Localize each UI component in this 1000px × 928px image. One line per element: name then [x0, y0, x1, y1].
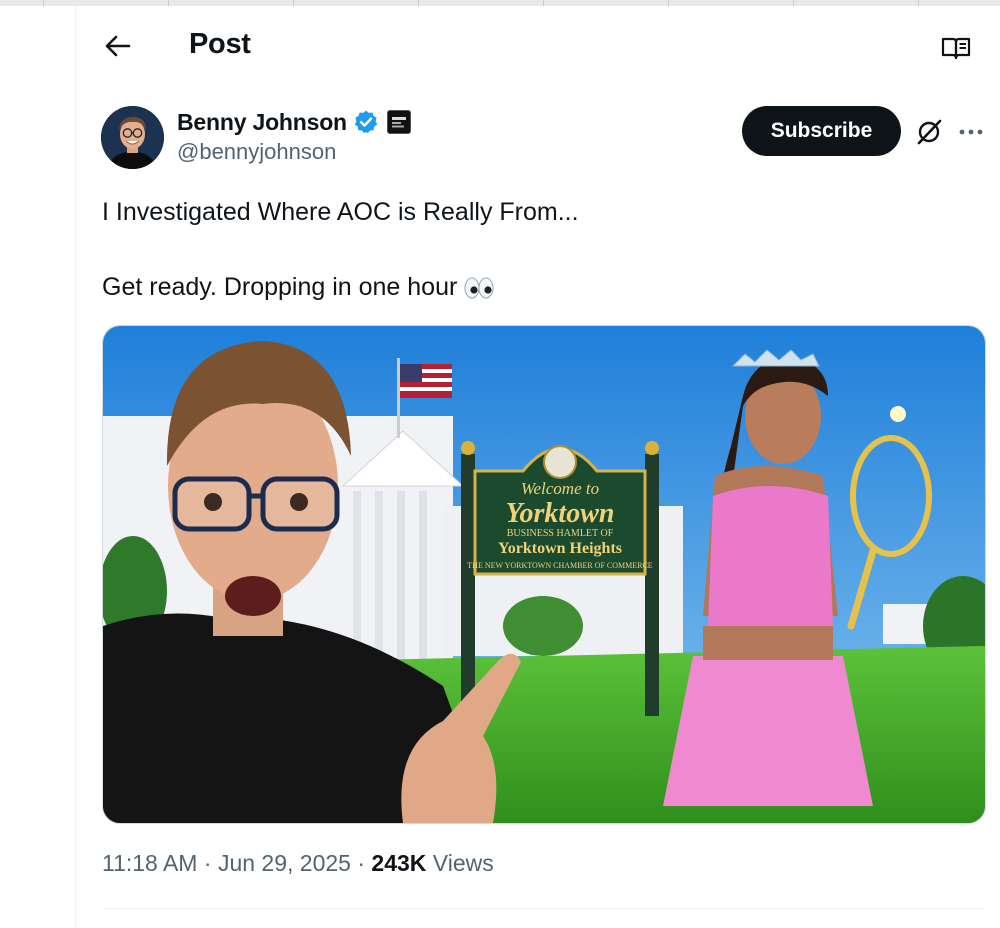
author-name-row: Benny Johnson [177, 107, 411, 137]
post-text-line: I Investigated Where AOC is Really From.… [102, 198, 579, 226]
post-date[interactable]: Jun 29, 2025 [218, 850, 351, 876]
column-divider [75, 6, 76, 928]
reader-mode-button[interactable] [938, 32, 974, 64]
views-label: Views [426, 850, 494, 876]
meta-separator: · [350, 850, 372, 876]
book-open-icon [941, 37, 971, 60]
post-text: I Investigated Where AOC is Really From.… [102, 196, 579, 304]
more-dots-icon [959, 129, 983, 135]
sign-chamber-text: THE NEW YORKTOWN CHAMBER OF COMMERCE [467, 561, 653, 570]
post-media-image[interactable]: Welcome to Yorktown BUSINESS HAMLET OF Y… [102, 325, 986, 824]
tab-divider [43, 0, 44, 6]
post-text-line: Get ready. Dropping in one hour [102, 271, 579, 304]
thumbnail-image: Welcome to Yorktown BUSINESS HAMLET OF Y… [103, 326, 985, 823]
author-display-name[interactable]: Benny Johnson [177, 109, 347, 136]
views-count: 243K [371, 850, 427, 876]
affiliate-badge-icon[interactable] [386, 110, 411, 134]
page-title: Post [189, 28, 251, 60]
back-button[interactable] [100, 28, 136, 64]
post-metadata: 11:18 AM · Jun 29, 2025 · 243K Views [102, 850, 494, 877]
meta-separator: · [197, 850, 218, 876]
avatar[interactable] [101, 106, 164, 169]
post-time[interactable]: 11:18 AM [102, 850, 197, 876]
post-header: Post [76, 6, 1000, 86]
verified-badge-icon[interactable] [353, 109, 379, 135]
subscribe-button[interactable]: Subscribe [742, 106, 901, 156]
grok-icon [917, 119, 942, 145]
author-handle[interactable]: @bennyjohnson [177, 139, 336, 165]
sign-heights-text: Yorktown Heights [498, 540, 622, 557]
grok-button[interactable] [911, 114, 947, 150]
more-options-button[interactable] [953, 114, 989, 150]
sign-subtitle-text: BUSINESS HAMLET OF [507, 528, 614, 539]
post-text-line2: Get ready. Dropping in one hour [102, 273, 458, 301]
arrow-left-icon [105, 35, 131, 57]
avatar-image [101, 106, 164, 169]
eyes-emoji [464, 277, 494, 299]
divider [102, 908, 984, 909]
sign-welcome-text: Welcome to [521, 479, 599, 498]
sign-town-text: Yorktown [506, 498, 615, 529]
